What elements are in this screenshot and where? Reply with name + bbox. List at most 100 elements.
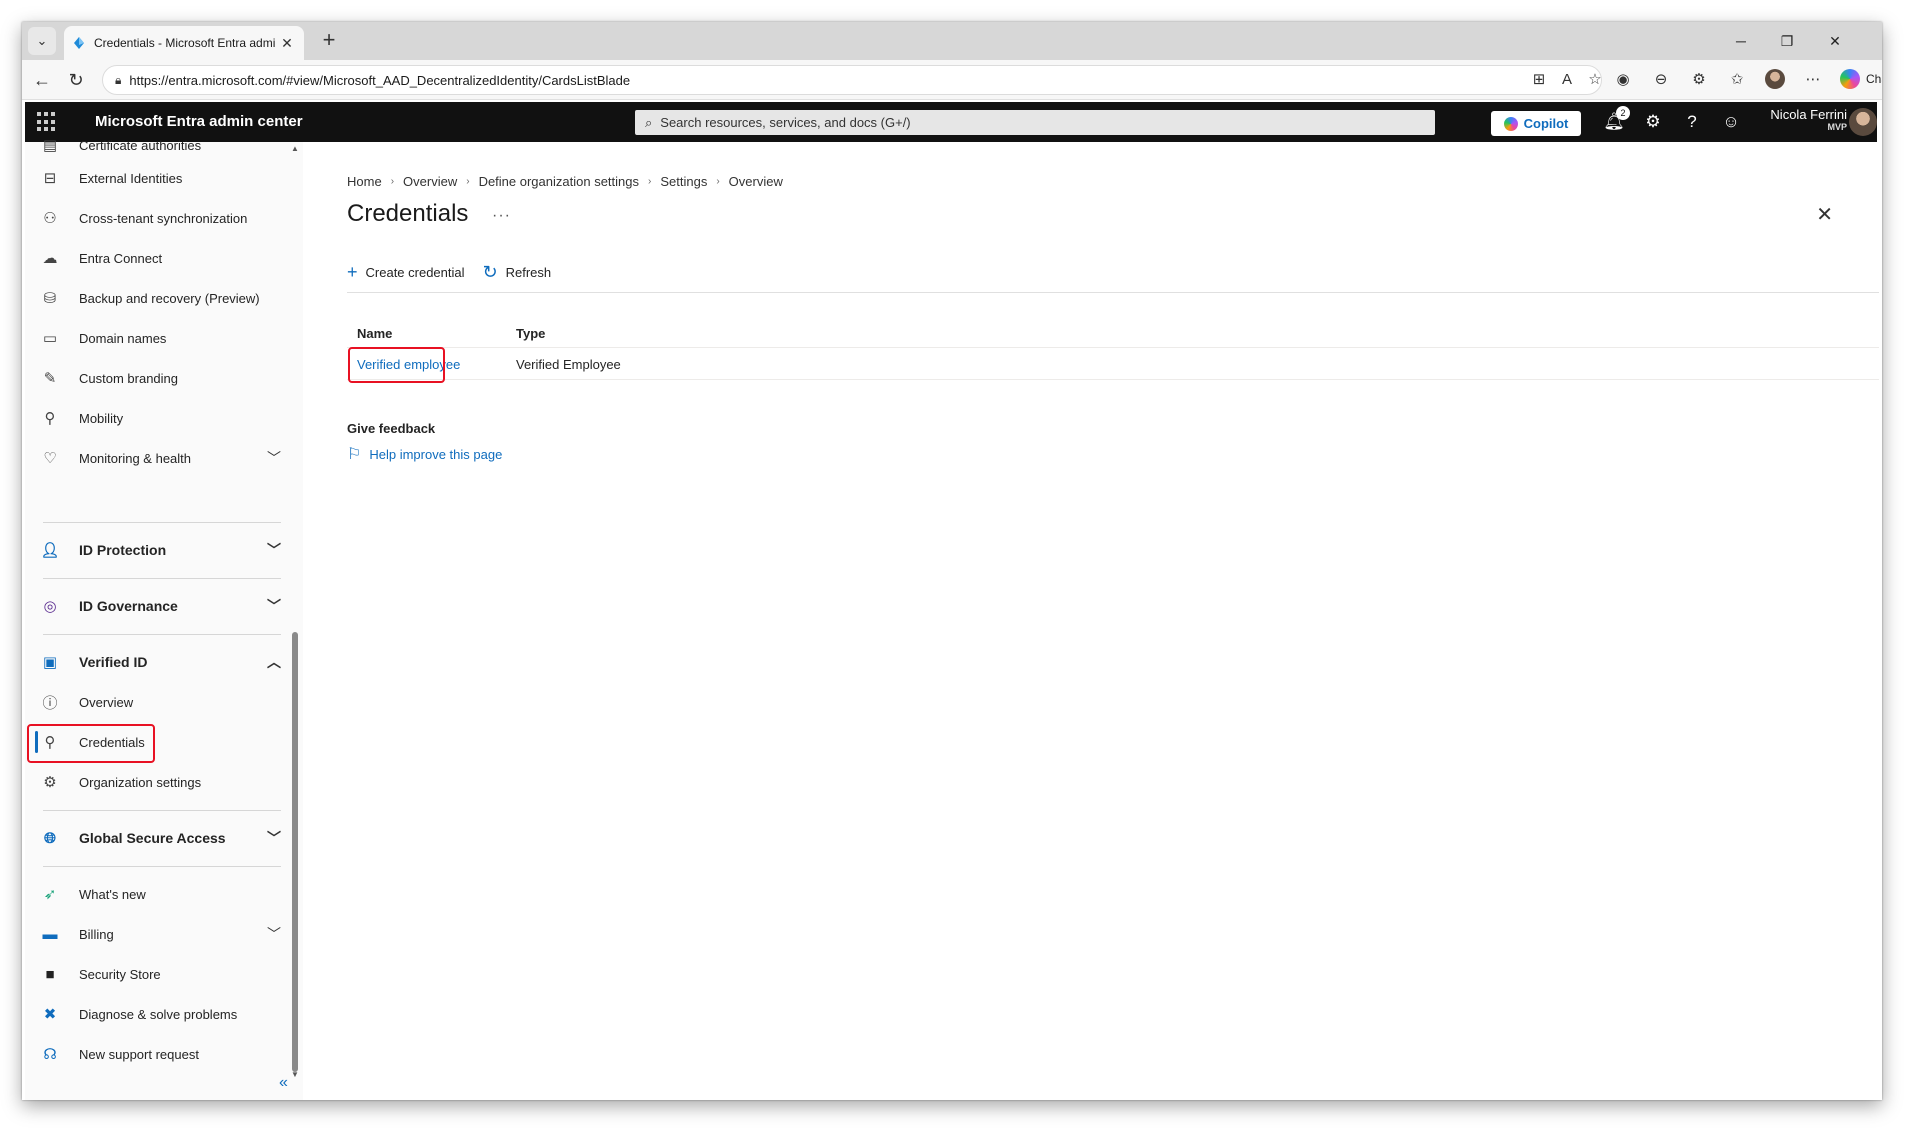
nav-label: Diagnose & solve problems [79,1006,238,1022]
rocket-icon: ➶ [43,886,57,903]
nav-label: External Identities [79,170,183,186]
chevron-down-icon: ﹀ [267,450,281,466]
extension-icon[interactable]: ⊖ [1650,68,1672,90]
nav-billing[interactable]: ▬ Billing ﹀ [35,917,291,951]
nav-cross-tenant-sync[interactable]: ⚇ Cross-tenant synchronization [35,201,291,235]
breadcrumb-overview-2[interactable]: Overview [729,174,783,189]
nav-label: Security Store [79,966,161,982]
nav-security-store[interactable]: ■ Security Store [35,957,291,991]
credentials-highlight-box [27,724,155,763]
nav-label: Verified ID [79,654,148,670]
account-menu[interactable]: Nicola Ferrini MVP [1755,107,1847,132]
nav-label: ID Governance [79,598,178,614]
read-aloud-icon[interactable]: A [1556,68,1578,90]
nav-entra-connect[interactable]: ☁ Entra Connect [35,241,291,275]
scroll-down-icon[interactable]: ▼ [290,1070,300,1079]
nav-label: New support request [79,1046,199,1062]
nav-id-governance[interactable]: ◎ ID Governance ﹀ [35,589,291,623]
nav-monitoring-health[interactable]: ♡ Monitoring & health ﹀ [35,441,291,475]
tab-actions-icon[interactable]: ⌄ [28,27,56,55]
search-placeholder: Search resources, services, and docs (G+… [660,115,911,130]
plus-icon: + [347,262,358,282]
nav-label: Certificate authorities [79,137,202,153]
verified-employee-highlight-box [348,347,445,383]
nav-external-identities[interactable]: ⊟ External Identities [35,161,291,195]
profile-avatar[interactable] [1764,68,1786,90]
nav-domain-names[interactable]: ▭ Domain names [35,321,291,355]
back-icon[interactable]: ← [30,68,54,92]
chevron-down-icon: ﹀ [267,926,281,942]
nav-global-secure-access[interactable]: 🌐︎ Global Secure Access ﹀ [35,821,291,855]
copilot-label: Copilot [1523,116,1569,131]
scrollbar-thumb[interactable] [292,632,298,1072]
close-blade-icon[interactable]: ✕ [1816,202,1833,227]
notification-badge: 2 [1616,106,1630,120]
nav-diagnose[interactable]: ✖ Diagnose & solve problems [35,997,291,1031]
refresh-button[interactable]: ↻ Refresh [483,262,552,283]
nav-backup-recovery[interactable]: ⛁ Backup and recovery (Preview) [35,281,291,315]
sidebar-scrollbar[interactable]: ▲ ▼ [290,142,300,1082]
nav-divider [43,810,281,811]
entra-favicon-icon [74,37,84,49]
chevron-right-icon: › [648,176,652,187]
breadcrumb-overview[interactable]: Overview [403,174,457,189]
browser-window: ⌄ Credentials - Microsoft Entra admi ✕ +… [22,22,1882,1100]
puzzle-icon[interactable]: ⚙ [1688,68,1710,90]
info-icon: ⓘ [42,694,58,712]
favorites-icon[interactable]: ✩ [1726,68,1748,90]
nav-label: Organization settings [79,774,202,790]
refresh-label: Refresh [505,265,552,280]
favorite-star-icon[interactable]: ☆ [1584,68,1606,90]
chat-button[interactable]: Chat [1840,69,1882,89]
nav-verified-overview[interactable]: ⓘ Overview [35,685,291,719]
credentials-table: Name Type Verified employee Verified Emp… [347,320,1879,380]
global-search-input[interactable]: ⌕ Search resources, services, and docs (… [635,110,1435,135]
nav-label: Custom branding [79,370,178,386]
window-close-icon[interactable]: ✕ [1812,22,1858,60]
more-options-icon[interactable]: ··· [492,207,511,225]
breadcrumb-settings[interactable]: Settings [660,174,707,189]
feedback-icon[interactable]: ☺ [1720,111,1742,133]
nav-label: Global Secure Access [79,830,226,846]
nav-custom-branding[interactable]: ✎ Custom branding [35,361,291,395]
url-text: https://entra.microsoft.com/#view/Micros… [129,72,631,88]
user-avatar[interactable] [1849,108,1877,136]
id-governance-icon: ◎ [43,598,57,615]
nav-verified-id[interactable]: ▣ Verified ID ︿ [35,645,291,679]
reload-icon[interactable]: ↻ [64,68,88,92]
table-row[interactable]: Verified employee Verified Employee [347,348,1879,380]
copilot-button[interactable]: Copilot [1491,111,1581,136]
nav-new-support-request[interactable]: ☊ New support request [35,1037,291,1071]
column-header-name[interactable]: Name [357,326,392,341]
restore-icon[interactable]: ❐ [1764,22,1810,60]
breadcrumb-define-org-settings[interactable]: Define organization settings [479,174,639,189]
nav-mobility[interactable]: ⚲ Mobility [35,401,291,435]
left-navigation: ▤ Certificate authorities ⊟ External Ide… [25,137,303,1100]
password-icon[interactable]: ◉ [1612,68,1634,90]
tab-close-icon[interactable]: ✕ [278,35,296,52]
help-icon[interactable]: ? [1681,111,1703,133]
settings-gear-icon[interactable]: ⚙ [1642,111,1664,133]
search-icon: ⌕ [645,114,653,130]
chevron-down-icon: ﹀ [267,598,281,614]
scroll-up-icon[interactable]: ▲ [290,144,300,153]
collapse-sidebar-icon[interactable]: « [279,1074,288,1092]
nav-id-protection[interactable]: 👤︎ ID Protection ﹀ [35,533,291,567]
browser-tab[interactable]: Credentials - Microsoft Entra admi ✕ [64,26,304,60]
billing-icon: ▬ [42,925,58,943]
user-name: Nicola Ferrini [1770,107,1847,122]
minimize-icon[interactable]: ─ [1718,22,1764,60]
app-available-icon[interactable]: ⊞ [1528,68,1550,90]
more-menu-icon[interactable]: ⋯ [1802,68,1824,90]
breadcrumb-home[interactable]: Home [347,174,382,189]
new-tab-icon[interactable]: + [316,28,342,54]
column-header-type[interactable]: Type [516,326,545,341]
address-bar[interactable]: 🔒︎ https://entra.microsoft.com/#view/Mic… [102,65,1602,95]
help-improve-link[interactable]: ⚐ Help improve this page [347,444,502,464]
help-improve-label: Help improve this page [369,446,503,462]
nav-certificate-authorities[interactable]: ▤ Certificate authorities [35,128,291,162]
nav-whats-new[interactable]: ➶ What's new [35,877,291,911]
notifications-icon[interactable]: 🔔︎ 2 [1603,106,1630,133]
create-credential-button[interactable]: + Create credential [347,262,465,283]
nav-organization-settings[interactable]: ⚙ Organization settings [35,765,291,799]
